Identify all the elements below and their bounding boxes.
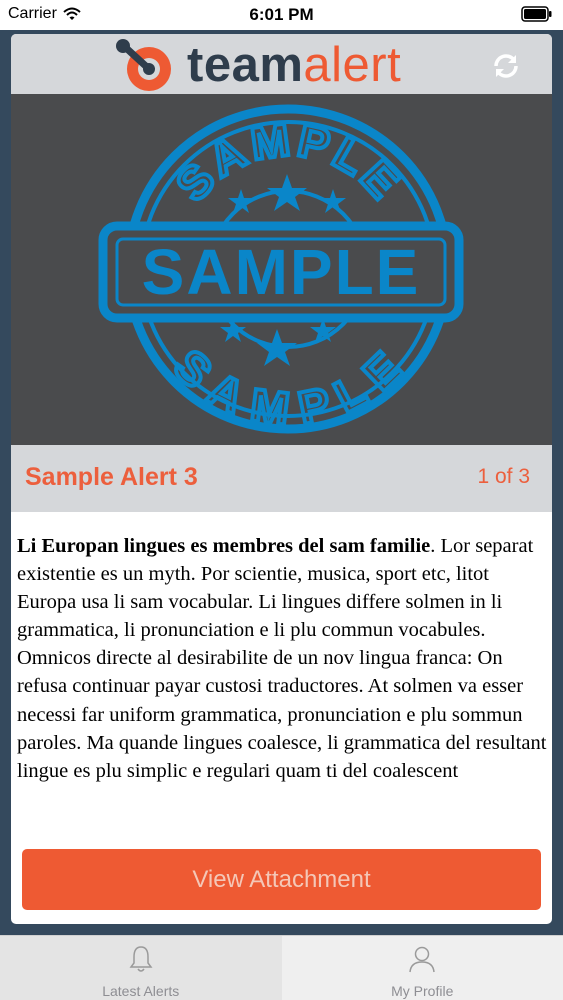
- alert-body: . Lor separat existentie es un myth. Por…: [17, 535, 547, 782]
- tab-latest-alerts[interactable]: Latest Alerts: [0, 936, 282, 1000]
- svg-text:SAMPLE: SAMPLE: [142, 236, 421, 308]
- logo-mark-icon: [116, 39, 171, 91]
- logo-wordmark: teamalert: [187, 38, 402, 92]
- tab-bar: Latest Alerts My Profile: [0, 935, 563, 1000]
- tab-label: Latest Alerts: [102, 983, 180, 999]
- refresh-icon: [494, 54, 518, 78]
- star-icon: [267, 174, 307, 211]
- refresh-button[interactable]: [490, 50, 522, 82]
- sample-stamp: SAMPLE SAMPLE SAMPLE: [98, 104, 464, 437]
- svg-text:SAMPLE: SAMPLE: [164, 339, 413, 435]
- alert-image: SAMPLE SAMPLE SAMPLE: [11, 94, 552, 445]
- alert-title-bar: Sample Alert 3 1 of 3: [11, 445, 552, 512]
- status-time: 6:01 PM: [249, 5, 314, 24]
- star-icon: [257, 329, 297, 366]
- alert-message: Li Europan lingues es membres del sam fa…: [17, 532, 549, 833]
- battery-icon: [521, 6, 553, 27]
- alert-card: teamalert SAMPLE SAMPLE SAMPLE Sample Al…: [11, 34, 552, 924]
- alert-lead: Li Europan lingues es membres del sam fa…: [17, 535, 431, 557]
- status-bar: Carrier 6:01 PM: [0, 0, 563, 30]
- user-icon: [409, 946, 435, 973]
- alert-title: Sample Alert 3: [25, 463, 198, 491]
- view-attachment-button[interactable]: View Attachment: [22, 849, 541, 910]
- bell-icon: [129, 946, 153, 972]
- teamalert-logo: teamalert: [109, 37, 401, 93]
- tab-my-profile[interactable]: My Profile: [282, 936, 563, 1000]
- alert-counter: 1 of 3: [477, 465, 530, 488]
- app-header: teamalert: [11, 34, 552, 94]
- tab-label: My Profile: [391, 983, 454, 999]
